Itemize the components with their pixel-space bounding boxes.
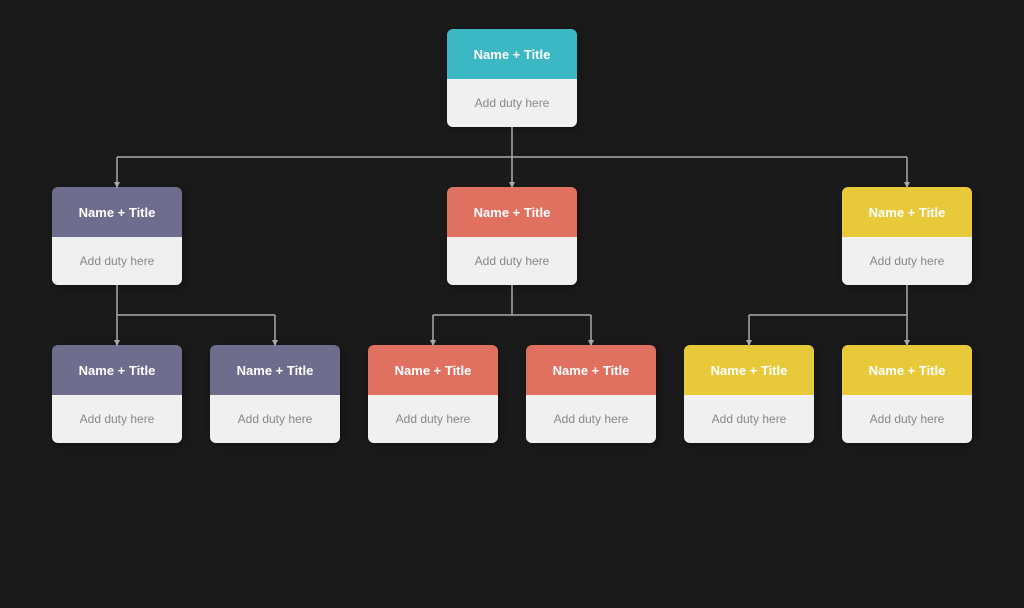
branch-1: Name + Title Add duty here [447, 187, 577, 285]
l2-card-5-body: Add duty here [842, 395, 972, 443]
l2-card-5-header: Name + Title [842, 345, 972, 395]
l1-0-duty: Add duty here [80, 254, 155, 268]
l1-card-0-body: Add duty here [52, 237, 182, 285]
l2-card-4-body: Add duty here [684, 395, 814, 443]
l2-5-duty: Add duty here [870, 412, 945, 426]
root-card-body: Add duty here [447, 79, 577, 127]
l2-card-0[interactable]: Name + Title Add duty here [52, 345, 182, 443]
l2-1-name-title: Name + Title [237, 363, 314, 378]
l1-card-2-header: Name + Title [842, 187, 972, 237]
root-card-header: Name + Title [447, 29, 577, 79]
root-name-title: Name + Title [474, 47, 551, 62]
l2-card-1-header: Name + Title [210, 345, 340, 395]
l2-4-duty: Add duty here [712, 412, 787, 426]
l2-card-2-body: Add duty here [368, 395, 498, 443]
l1-0-name-title: Name + Title [79, 205, 156, 220]
l2-3-name-title: Name + Title [553, 363, 630, 378]
l2-2-duty: Add duty here [396, 412, 471, 426]
l2-3-duty: Add duty here [554, 412, 629, 426]
l2-card-2-header: Name + Title [368, 345, 498, 395]
l1-1-name-title: Name + Title [474, 205, 551, 220]
org-chart: Name + Title Add duty here Name + Title … [32, 19, 992, 589]
l2-card-3-body: Add duty here [526, 395, 656, 443]
l2-card-0-header: Name + Title [52, 345, 182, 395]
l1-card-2[interactable]: Name + Title Add duty here [842, 187, 972, 285]
l1-card-1[interactable]: Name + Title Add duty here [447, 187, 577, 285]
root-card[interactable]: Name + Title Add duty here [447, 29, 577, 127]
l1-2-name-title: Name + Title [869, 205, 946, 220]
l1-2-duty: Add duty here [870, 254, 945, 268]
l2-card-5[interactable]: Name + Title Add duty here [842, 345, 972, 443]
level-2: Name + Title Add duty here Name + Title … [32, 345, 992, 443]
l1-card-1-header: Name + Title [447, 187, 577, 237]
l2-0-duty: Add duty here [80, 412, 155, 426]
l2-card-1-body: Add duty here [210, 395, 340, 443]
l1-card-1-body: Add duty here [447, 237, 577, 285]
root-duty: Add duty here [475, 96, 550, 110]
l2-4-name-title: Name + Title [711, 363, 788, 378]
l2-card-3-header: Name + Title [526, 345, 656, 395]
l2-card-4[interactable]: Name + Title Add duty here [684, 345, 814, 443]
l2-card-3[interactable]: Name + Title Add duty here [526, 345, 656, 443]
l2-card-0-body: Add duty here [52, 395, 182, 443]
l1-card-0[interactable]: Name + Title Add duty here [52, 187, 182, 285]
l2-card-4-header: Name + Title [684, 345, 814, 395]
l1-card-2-body: Add duty here [842, 237, 972, 285]
l2-card-2[interactable]: Name + Title Add duty here [368, 345, 498, 443]
l1-card-0-header: Name + Title [52, 187, 182, 237]
l2-2-name-title: Name + Title [395, 363, 472, 378]
l2-card-1[interactable]: Name + Title Add duty here [210, 345, 340, 443]
branch-0: Name + Title Add duty here [52, 187, 182, 285]
l2-0-name-title: Name + Title [79, 363, 156, 378]
level-1: Name + Title Add duty here Name + Title … [32, 187, 992, 285]
l1-1-duty: Add duty here [475, 254, 550, 268]
l2-1-duty: Add duty here [238, 412, 313, 426]
level-0: Name + Title Add duty here [447, 29, 577, 127]
branch-2: Name + Title Add duty here [842, 187, 972, 285]
l2-5-name-title: Name + Title [869, 363, 946, 378]
